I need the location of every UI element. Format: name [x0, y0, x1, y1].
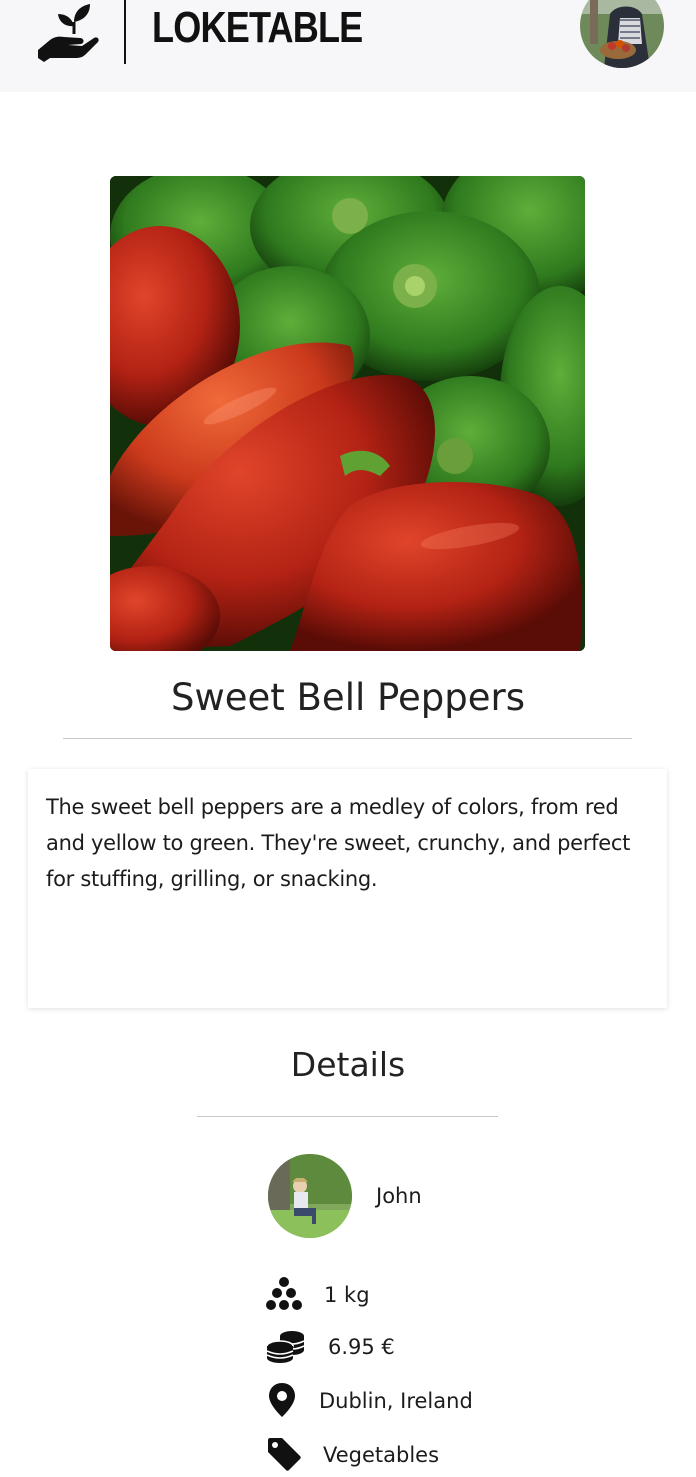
- details-heading: Details: [290, 1045, 406, 1084]
- tag-icon: [266, 1436, 302, 1472]
- price-value: 6.95 €: [328, 1335, 395, 1359]
- hand-sprout-icon[interactable]: [36, 0, 102, 64]
- quantity-value: 1 kg: [324, 1283, 370, 1307]
- boxes-icon: [266, 1276, 302, 1312]
- product-description: The sweet bell peppers are a medley of c…: [46, 795, 631, 891]
- product-title: Sweet Bell Peppers: [171, 676, 525, 719]
- seller-name[interactable]: John: [376, 1180, 422, 1212]
- coins-icon: [266, 1328, 305, 1364]
- description-card: The sweet bell peppers are a medley of c…: [28, 769, 667, 1008]
- details-divider: [197, 1116, 498, 1117]
- app-header: LOKETABLE: [0, 0, 696, 92]
- category-value: Vegetables: [323, 1443, 440, 1467]
- brand-name[interactable]: LOKETABLE: [152, 0, 363, 56]
- user-avatar[interactable]: [580, 0, 664, 68]
- logo-divider: [124, 0, 126, 64]
- map-pin-icon: [266, 1382, 302, 1418]
- title-divider: [63, 738, 632, 739]
- seller-avatar[interactable]: [268, 1154, 352, 1238]
- location-value: Dublin, Ireland: [319, 1389, 473, 1413]
- product-image: [110, 176, 585, 651]
